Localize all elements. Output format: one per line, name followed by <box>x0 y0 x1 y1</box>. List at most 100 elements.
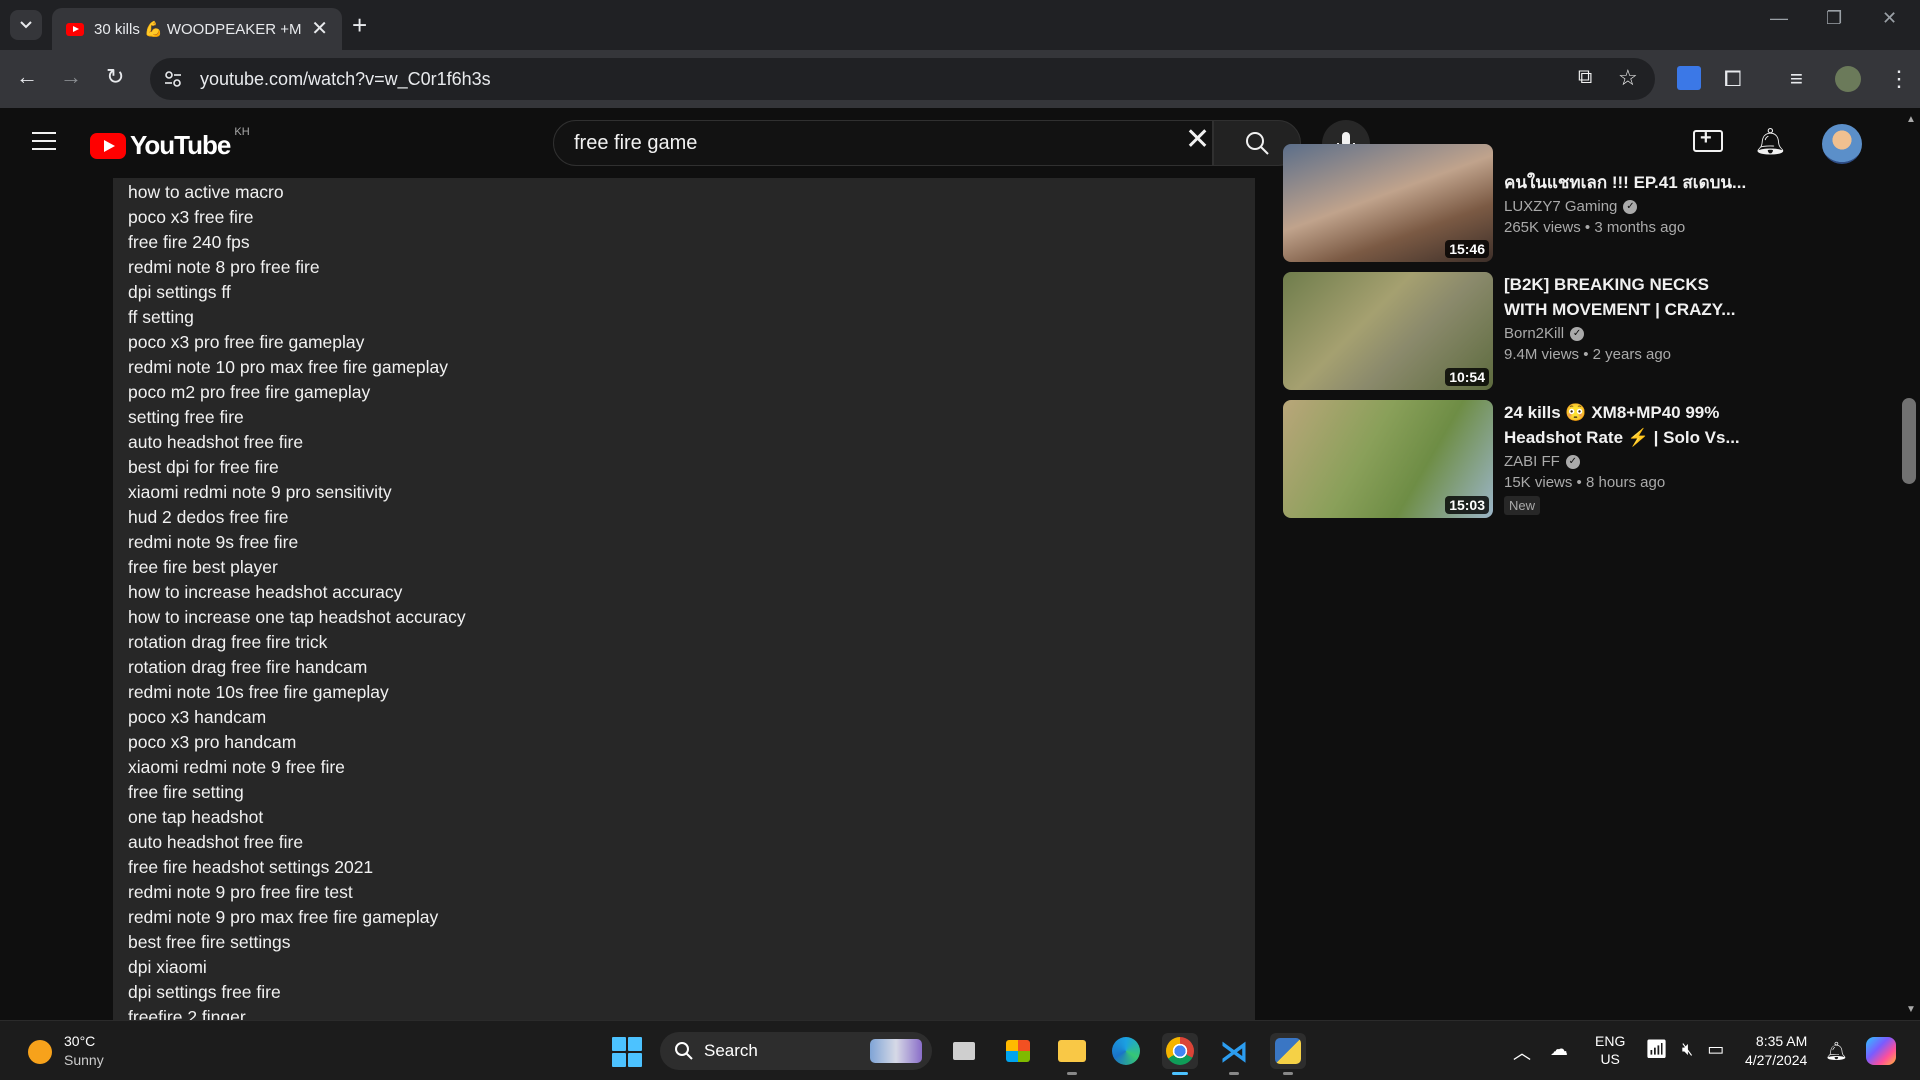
profile-avatar[interactable] <box>1835 66 1861 92</box>
forward-icon[interactable]: → <box>60 64 82 90</box>
python-app-icon[interactable] <box>1270 1033 1306 1075</box>
sun-weather-icon[interactable] <box>28 1040 52 1064</box>
scroll-down-arrow[interactable]: ▼ <box>1906 1004 1916 1015</box>
weather-description[interactable]: Sunny <box>64 1052 104 1068</box>
file-explorer-icon[interactable] <box>1054 1033 1090 1075</box>
windows-start-icon[interactable] <box>612 1037 642 1067</box>
browser-toolbar: ← → ↻ youtube.com/watch?v=w_C0r1f6h3s ⧉ … <box>0 50 1920 108</box>
chevron-down-icon <box>20 21 32 29</box>
verified-check-icon: ✓ <box>1623 199 1638 214</box>
description-line: auto headshot free fire <box>128 832 304 852</box>
scroll-up-arrow[interactable]: ▲ <box>1906 114 1916 125</box>
description-line: auto headshot free fire <box>128 432 304 452</box>
video-title[interactable]: 24 kills 😳 XM8+MP40 99% Headshot Rate ⚡ … <box>1504 400 1749 450</box>
notification-bell-icon[interactable]: 🔔︎ <box>1825 1041 1848 1062</box>
open-in-app-icon[interactable]: ⧉ <box>1578 66 1592 89</box>
verified-check-icon: ✓ <box>1570 326 1585 341</box>
task-view-icon[interactable] <box>946 1033 982 1069</box>
description-line: how to increase headshot accuracy <box>128 582 403 602</box>
description-line: how to increase one tap headshot accurac… <box>128 607 466 627</box>
youtube-logo[interactable]: YouTube KH <box>90 126 250 161</box>
media-control-icon[interactable]: ≡ <box>1790 66 1803 92</box>
vscode-icon[interactable]: ⋊ <box>1216 1033 1252 1075</box>
new-tab-button[interactable]: + <box>352 12 367 38</box>
taskbar-search-box[interactable]: Search <box>660 1032 932 1070</box>
channel-name[interactable]: Born2Kill <box>1504 325 1564 342</box>
wifi-icon: 📶︎ <box>1645 1039 1668 1059</box>
system-clock[interactable]: 8:35 AM 4/27/2024 <box>1745 1032 1807 1070</box>
description-line: redmi note 8 pro free fire <box>128 257 320 277</box>
tab-close-button[interactable]: ✕ <box>311 19 328 39</box>
account-avatar[interactable] <box>1822 124 1862 164</box>
description-line: one tap headshot <box>128 807 264 827</box>
youtube-favicon-icon <box>66 22 84 36</box>
region-code: US <box>1600 1051 1620 1067</box>
windows-taskbar: 30°C Sunny Search ⋊ ︿ ☁ ENG US 📶︎ 🔇︎ ▭ 8… <box>0 1020 1920 1080</box>
video-duration: 15:46 <box>1445 240 1489 258</box>
recommended-video[interactable]: 15:46 คนในแชทเลก !!! EP.41 สเดบน... LUXZ… <box>1283 144 1746 262</box>
channel-name[interactable]: ZABI FF <box>1504 453 1560 470</box>
video-duration: 10:54 <box>1445 368 1489 386</box>
close-window-icon[interactable]: ✕ <box>1882 8 1897 29</box>
show-hidden-icons-chevron[interactable]: ︿ <box>1513 1039 1531 1065</box>
video-thumbnail[interactable]: 15:46 <box>1283 144 1493 262</box>
translate-icon[interactable] <box>1677 66 1701 90</box>
notifications-bell-icon[interactable]: 🔔︎ <box>1754 126 1787 157</box>
create-video-icon[interactable] <box>1693 127 1723 152</box>
video-title[interactable]: คนในแชทเลก !!! EP.41 สเดบน... <box>1504 170 1749 195</box>
battery-icon: ▭ <box>1707 1039 1725 1059</box>
description-line: freefire 2 finger <box>128 1007 246 1020</box>
back-icon[interactable]: ← <box>16 64 38 90</box>
description-line: redmi note 9 pro max free fire gameplay <box>128 907 439 927</box>
description-line: dpi settings ff <box>128 282 231 302</box>
description-line: rotation drag free fire handcam <box>128 657 368 677</box>
weather-temperature[interactable]: 30°C <box>64 1033 95 1049</box>
chrome-icon[interactable] <box>1162 1033 1198 1075</box>
hamburger-menu-icon[interactable] <box>32 132 56 152</box>
description-line: ff setting <box>128 307 194 327</box>
view-count: 9.4M views <box>1504 346 1580 363</box>
extensions-icon[interactable]: ⧠ <box>1724 66 1742 92</box>
restore-icon[interactable]: ❐ <box>1826 8 1842 29</box>
bookmark-star-icon[interactable]: ☆ <box>1618 65 1638 91</box>
description-line: poco x3 handcam <box>128 707 267 727</box>
description-line: rotation drag free fire trick <box>128 632 328 652</box>
system-tray-icons[interactable]: 📶︎ 🔇︎ ▭ <box>1645 1039 1724 1060</box>
video-duration: 15:03 <box>1445 496 1489 514</box>
video-title[interactable]: [B2K] BREAKING NECKS WITH MOVEMENT | CRA… <box>1504 272 1749 322</box>
channel-name[interactable]: LUXZY7 Gaming <box>1504 198 1617 215</box>
language-code: ENG <box>1595 1033 1626 1049</box>
reload-icon[interactable]: ↻ <box>106 64 124 90</box>
video-thumbnail[interactable]: 10:54 <box>1283 272 1493 390</box>
edge-browser-icon[interactable] <box>1108 1033 1144 1069</box>
clear-search-icon[interactable]: ✕ <box>1185 125 1210 155</box>
description-line: xiaomi redmi note 9 free fire <box>128 757 345 777</box>
recommended-video[interactable]: 10:54 [B2K] BREAKING NECKS WITH MOVEMENT… <box>1283 272 1735 390</box>
address-bar[interactable]: youtube.com/watch?v=w_C0r1f6h3s ⧉ ☆ <box>150 58 1655 100</box>
page-scrollbar-thumb[interactable] <box>1902 398 1916 484</box>
search-input[interactable]: free fire game <box>553 120 1213 166</box>
chrome-menu-icon[interactable]: ⋮ <box>1888 66 1910 92</box>
video-thumbnail[interactable]: 15:03 <box>1283 400 1493 518</box>
description-line: hud 2 dedos free fire <box>128 507 289 527</box>
description-line: dpi settings free fire <box>128 982 281 1002</box>
tab-list-button[interactable] <box>10 10 42 40</box>
description-line: xiaomi redmi note 9 pro sensitivity <box>128 482 392 502</box>
copilot-icon[interactable] <box>1866 1037 1896 1065</box>
site-info-icon[interactable] <box>164 70 182 88</box>
description-line: redmi note 9s free fire <box>128 532 299 552</box>
description-line: redmi note 10 pro max free fire gameplay <box>128 357 449 377</box>
description-line: best dpi for free fire <box>128 457 279 477</box>
input-language-indicator[interactable]: ENG US <box>1595 1032 1625 1068</box>
recommended-video[interactable]: 15:03 24 kills 😳 XM8+MP40 99% Headshot R… <box>1283 400 1740 518</box>
minimize-icon[interactable]: — <box>1770 8 1788 29</box>
onedrive-cloud-icon[interactable]: ☁ <box>1550 1039 1568 1060</box>
browser-tab[interactable]: 30 kills 💪 WOODPEAKER +M1887 ✕ <box>52 8 342 50</box>
video-description: how to active macro poco x3 free fire free… <box>113 178 1255 1020</box>
description-line: free fire setting <box>128 782 244 802</box>
microsoft-store-icon[interactable] <box>1000 1033 1036 1069</box>
description-line: how to active macro <box>128 182 284 202</box>
view-count: 265K views <box>1504 219 1581 236</box>
view-count: 15K views <box>1504 474 1573 491</box>
description-line: redmi note 10s free fire gameplay <box>128 682 389 702</box>
